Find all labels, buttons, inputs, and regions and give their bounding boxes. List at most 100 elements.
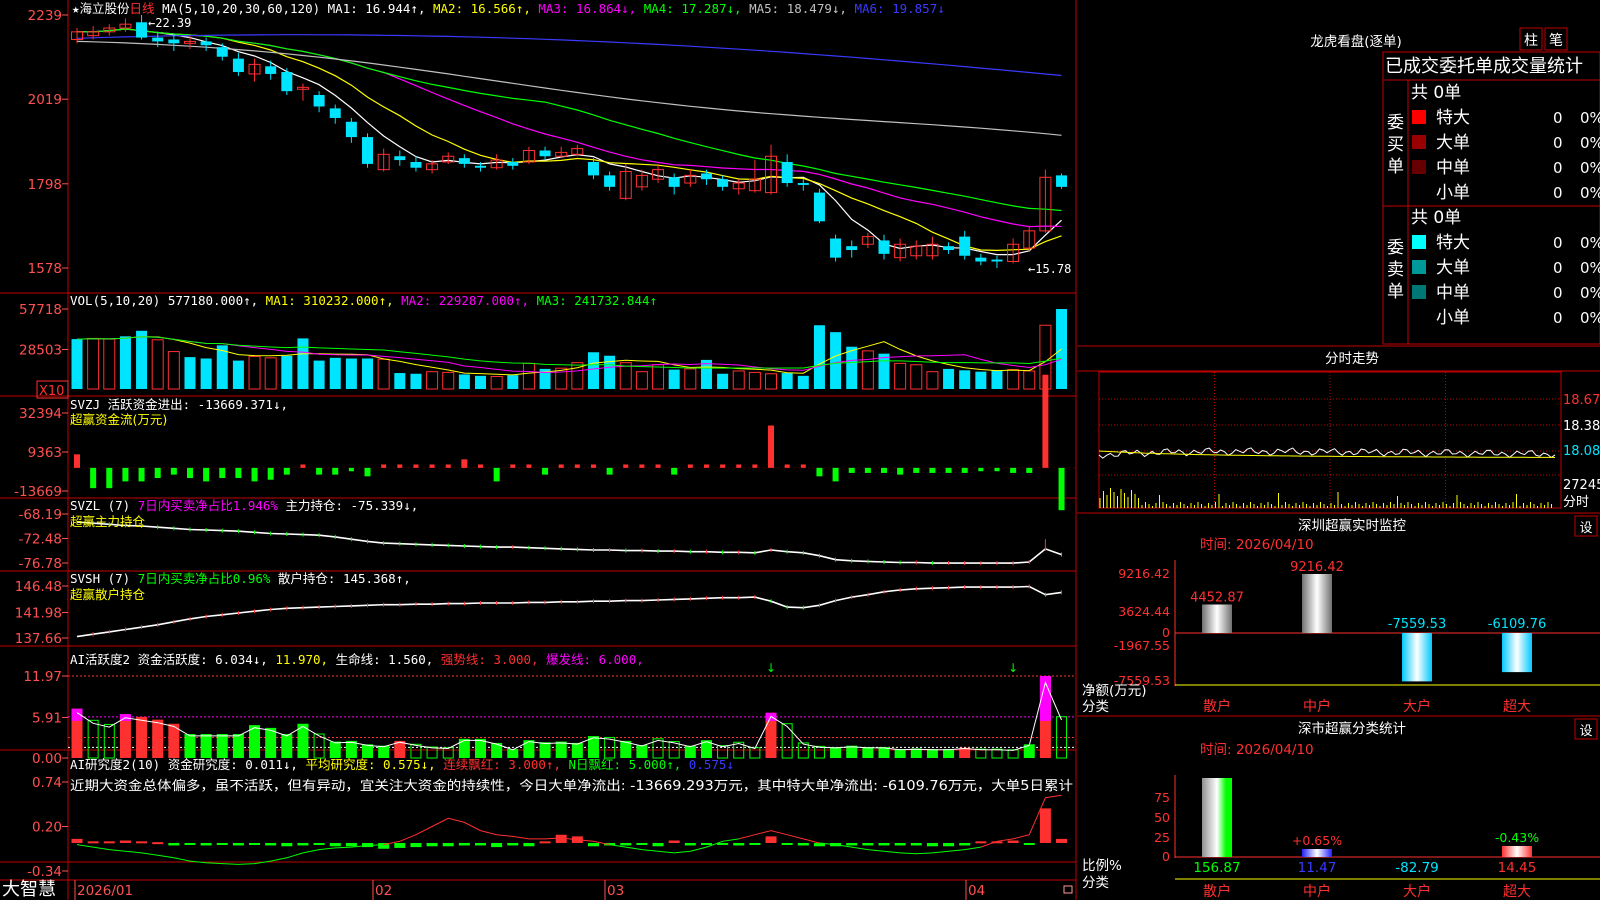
research-bar[interactable] xyxy=(458,842,470,846)
research-bar[interactable] xyxy=(943,842,955,847)
volume-bar[interactable] xyxy=(943,368,955,389)
fund-flow-bar[interactable] xyxy=(74,454,80,468)
research-bar[interactable] xyxy=(781,842,793,845)
volume-bar[interactable] xyxy=(313,360,325,389)
volume-bar[interactable] xyxy=(426,371,439,390)
candle-body[interactable] xyxy=(781,161,793,184)
fund-flow-bar[interactable] xyxy=(235,467,242,479)
activity-bar[interactable] xyxy=(1007,749,1019,759)
volume-bar[interactable] xyxy=(71,339,83,389)
fund-flow-bar[interactable] xyxy=(574,464,580,468)
main-force-line[interactable] xyxy=(76,521,1062,564)
activity-bar[interactable] xyxy=(232,734,244,758)
volume-bar[interactable] xyxy=(522,362,535,390)
volume-bar[interactable] xyxy=(297,338,309,389)
fund-flow-bar[interactable] xyxy=(994,467,1000,472)
stats-bar[interactable] xyxy=(1202,778,1232,857)
fund-flow-bar[interactable] xyxy=(832,467,839,482)
volume-bar[interactable] xyxy=(410,373,422,389)
fund-flow-bar[interactable] xyxy=(348,467,354,472)
fund-flow-bar[interactable] xyxy=(493,467,500,482)
fund-flow-bar[interactable] xyxy=(703,464,709,468)
research-bar[interactable] xyxy=(733,842,745,846)
fund-flow-bar[interactable] xyxy=(364,467,371,477)
candle-body[interactable] xyxy=(410,161,422,168)
fund-flow-bar[interactable] xyxy=(138,467,145,482)
volume-bar[interactable] xyxy=(200,358,212,389)
volume-bar[interactable] xyxy=(910,364,923,390)
volume-bar[interactable] xyxy=(878,353,890,389)
volume-bar[interactable] xyxy=(668,369,680,389)
research-bar[interactable] xyxy=(700,842,712,845)
volume-bar[interactable] xyxy=(991,370,1003,389)
volume-bar[interactable] xyxy=(87,337,100,390)
research-bar[interactable] xyxy=(216,842,228,845)
fund-flow-bar[interactable] xyxy=(316,467,323,475)
candle-body[interactable] xyxy=(458,158,470,164)
research-bar[interactable] xyxy=(200,842,212,846)
research-bar[interactable] xyxy=(1039,808,1051,843)
candle-body[interactable] xyxy=(813,192,825,222)
volume-bar[interactable] xyxy=(959,370,971,389)
research-bar[interactable] xyxy=(652,842,664,847)
candle-body[interactable] xyxy=(700,173,712,180)
activity-bar[interactable] xyxy=(362,744,374,758)
research-bar[interactable] xyxy=(1007,840,1019,843)
research-bar[interactable] xyxy=(232,842,244,846)
volume-bar[interactable] xyxy=(748,371,761,390)
fund-flow-bar[interactable] xyxy=(267,467,274,480)
volume-bar[interactable] xyxy=(1007,369,1020,390)
research-bar[interactable] xyxy=(119,840,131,843)
research-bar[interactable] xyxy=(152,842,164,845)
research-bar[interactable] xyxy=(345,842,357,847)
fund-flow-bar[interactable] xyxy=(1042,374,1049,468)
activity-bar[interactable] xyxy=(894,749,906,758)
volume-bar[interactable] xyxy=(264,357,277,390)
candle-body[interactable] xyxy=(475,165,486,168)
activity-bar[interactable] xyxy=(910,748,922,758)
fund-flow-bar[interactable] xyxy=(154,467,161,479)
activity-bar[interactable] xyxy=(152,719,164,758)
activity-bar[interactable] xyxy=(781,723,793,759)
fund-flow-bar[interactable] xyxy=(736,464,742,468)
candle-body[interactable] xyxy=(313,94,325,107)
volume-bar[interactable] xyxy=(151,339,164,390)
candle-body[interactable] xyxy=(991,259,1003,262)
activity-bar[interactable] xyxy=(523,740,535,758)
candle-body[interactable] xyxy=(830,238,842,258)
fund-flow-bar[interactable] xyxy=(606,467,613,475)
candle-body[interactable] xyxy=(797,183,809,185)
research-bar[interactable] xyxy=(265,842,277,846)
volume-bar[interactable] xyxy=(475,375,486,389)
activity-bar[interactable] xyxy=(458,738,470,758)
activity-bar[interactable] xyxy=(830,747,842,758)
research-bar[interactable] xyxy=(249,842,261,845)
volume-bar[interactable] xyxy=(684,368,697,390)
research-bar[interactable] xyxy=(491,842,503,848)
volume-bar[interactable] xyxy=(830,332,842,389)
fund-flow-bar[interactable] xyxy=(913,467,920,473)
candle-body[interactable] xyxy=(668,177,680,187)
activity-bar[interactable] xyxy=(943,749,955,758)
candle-body[interactable] xyxy=(265,66,277,74)
stock-chart-view[interactable]: 2239 2019 1798 1578 57718 28503 32394 9363 -1366… xyxy=(0,0,1600,900)
volume-bar[interactable] xyxy=(652,364,665,390)
research-bar[interactable] xyxy=(87,841,99,844)
volume-bar[interactable] xyxy=(717,373,729,389)
fund-flow-bar[interactable] xyxy=(945,467,952,473)
activity-bar[interactable] xyxy=(571,742,583,758)
volume-bar[interactable] xyxy=(975,371,987,389)
candle-body[interactable] xyxy=(216,47,228,57)
volume-bar[interactable] xyxy=(248,355,261,390)
fund-flow-bar[interactable] xyxy=(445,464,451,468)
research-bar[interactable] xyxy=(1023,842,1035,845)
fund-flow-bar[interactable] xyxy=(429,464,435,468)
candle-body[interactable] xyxy=(168,39,180,44)
research-bar[interactable] xyxy=(103,841,115,844)
research-bar[interactable] xyxy=(475,842,486,846)
volume-bar[interactable] xyxy=(394,373,406,389)
activity-bar[interactable] xyxy=(200,734,212,758)
research-bar[interactable] xyxy=(975,841,987,844)
activity-bar[interactable] xyxy=(539,742,551,758)
fund-flow-bar[interactable] xyxy=(251,467,258,482)
